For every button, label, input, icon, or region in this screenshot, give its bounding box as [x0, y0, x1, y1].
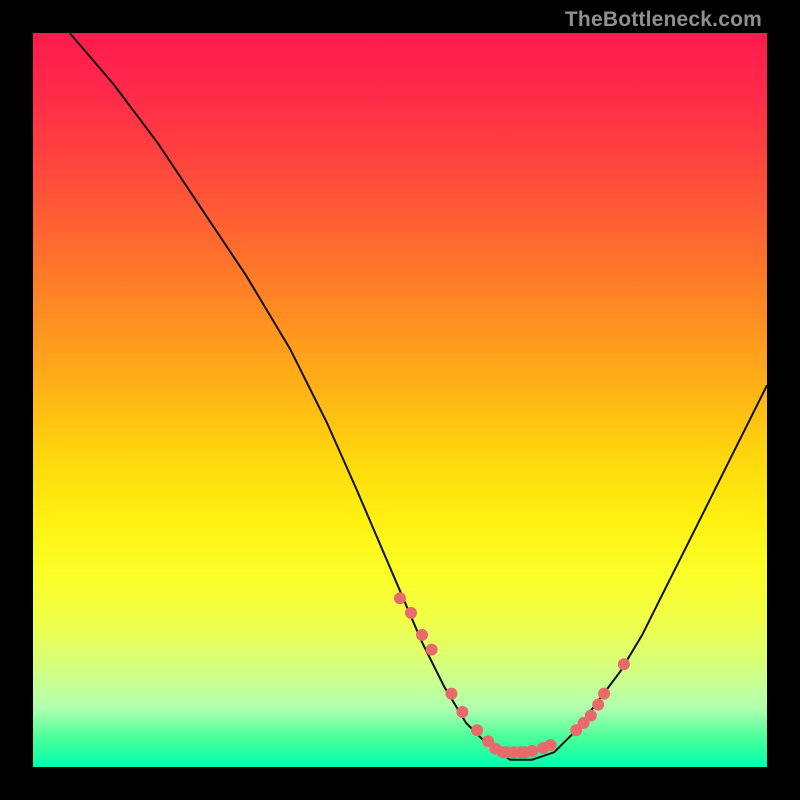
highlight-marker [426, 644, 438, 656]
highlight-marker [405, 607, 417, 619]
highlight-marker [598, 688, 610, 700]
highlight-marker [585, 710, 597, 722]
highlight-marker [456, 706, 468, 718]
chart-frame: TheBottleneck.com [0, 0, 800, 800]
marker-group [394, 592, 630, 758]
bottleneck-curve [70, 33, 767, 760]
highlight-marker [526, 745, 538, 757]
highlight-marker [445, 688, 457, 700]
chart-svg [33, 33, 767, 767]
highlight-marker [545, 739, 557, 751]
highlight-marker [471, 724, 483, 736]
highlight-marker [416, 629, 428, 641]
watermark-text: TheBottleneck.com [565, 8, 762, 32]
plot-area [33, 33, 767, 767]
highlight-marker [618, 658, 630, 670]
highlight-marker [592, 699, 604, 711]
highlight-marker [394, 592, 406, 604]
